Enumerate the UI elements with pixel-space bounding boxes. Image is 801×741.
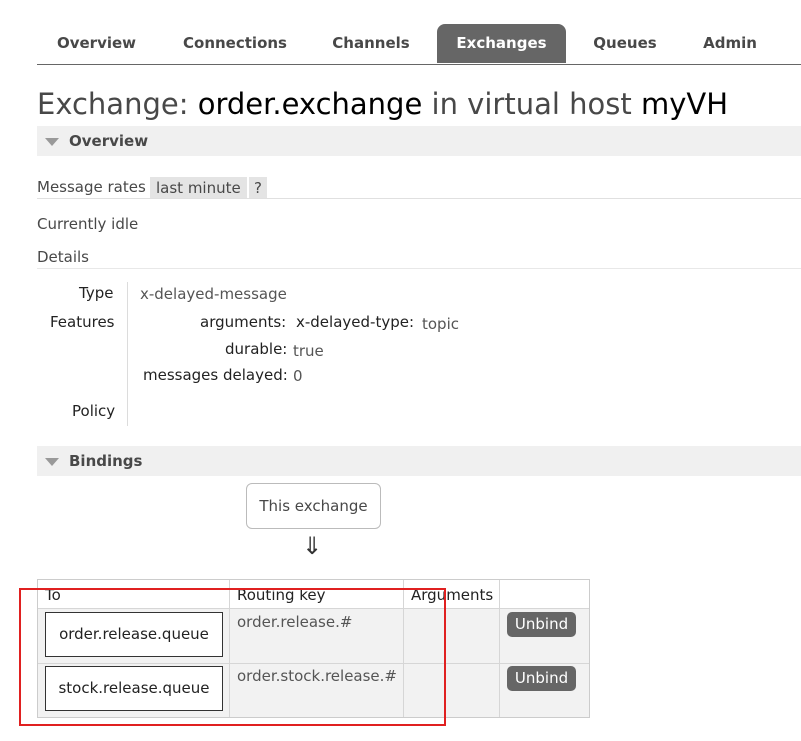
column-divider (229, 580, 230, 717)
overview-section-label: Overview (69, 132, 149, 150)
arguments-key: arguments: (200, 313, 287, 331)
durable-key: durable: (225, 340, 288, 358)
down-arrow-icon: ⇓ (302, 532, 323, 560)
collapse-triangle-icon (45, 458, 59, 466)
overview-section-toggle[interactable]: Overview (37, 126, 801, 156)
routing-key-value: order.release.# (237, 613, 353, 631)
bindings-table: To Routing key Arguments order.release.q… (37, 579, 590, 718)
column-header-arguments: Arguments (411, 586, 494, 604)
messages-delayed-value: 0 (293, 367, 303, 385)
message-rates-label: Message rates (37, 178, 146, 196)
delayed-type-value: topic (422, 315, 459, 333)
collapse-triangle-icon (45, 138, 59, 146)
title-middle: in virtual host (431, 87, 632, 121)
policy-key: Policy (72, 402, 116, 420)
unbind-button[interactable]: Unbind (507, 612, 576, 637)
durable-value: true (293, 342, 324, 360)
vhost-name: myVH (640, 87, 729, 121)
details-label: Details (37, 248, 90, 266)
bindings-section-label: Bindings (69, 452, 143, 470)
column-divider (403, 580, 404, 717)
type-value: x-delayed-message (140, 285, 287, 303)
main-nav-tabs: Overview Connections Channels Exchanges … (37, 24, 801, 65)
row-divider (38, 608, 589, 609)
tab-overview[interactable]: Overview (37, 24, 156, 63)
tab-queues[interactable]: Queues (579, 24, 671, 63)
rates-divider (37, 198, 801, 199)
column-header-routing-key: Routing key (237, 586, 326, 604)
details-column-divider (127, 282, 128, 426)
bindings-section-toggle[interactable]: Bindings (37, 446, 801, 476)
row-divider (38, 663, 589, 664)
destination-queue-link[interactable]: order.release.queue (45, 612, 223, 657)
unbind-button[interactable]: Unbind (507, 666, 576, 691)
help-button[interactable]: ? (249, 177, 267, 199)
details-divider-line (37, 268, 801, 269)
features-key: Features (50, 313, 115, 331)
type-key: Type (79, 284, 114, 302)
page-title: Exchange: order.exchange in virtual host… (37, 87, 728, 121)
column-header-to: To (45, 586, 61, 604)
delayed-type-key: x-delayed-type: (296, 313, 415, 331)
tab-exchanges[interactable]: Exchanges (437, 24, 566, 63)
title-prefix: Exchange: (37, 87, 189, 121)
tab-connections[interactable]: Connections (170, 24, 300, 63)
this-exchange-box: This exchange (246, 483, 381, 529)
column-divider (499, 580, 500, 717)
messages-delayed-key: messages delayed: (143, 366, 288, 384)
destination-queue-link[interactable]: stock.release.queue (45, 666, 223, 711)
exchange-name: order.exchange (197, 87, 423, 121)
tab-admin[interactable]: Admin (691, 24, 769, 63)
status-text: Currently idle (37, 215, 139, 233)
rate-range-selector[interactable]: last minute (150, 177, 247, 199)
tab-channels[interactable]: Channels (318, 24, 424, 63)
routing-key-value: order.stock.release.# (237, 667, 397, 685)
